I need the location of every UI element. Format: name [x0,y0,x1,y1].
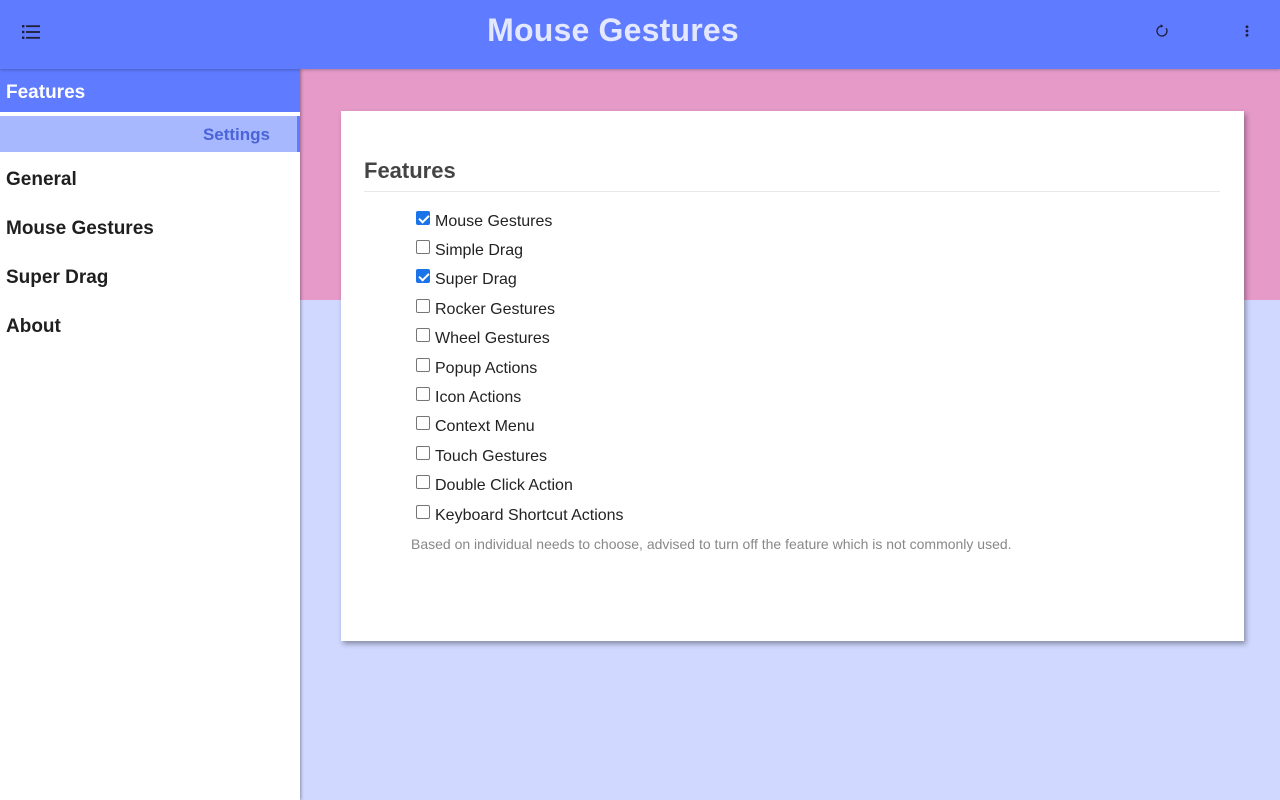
feature-label[interactable]: Context Menu [435,418,535,436]
feature-checkbox[interactable] [416,269,430,284]
feature-checkbox[interactable] [416,240,430,255]
feature-row[interactable]: Touch Gestures [416,440,624,469]
sidebar-item-super-drag[interactable]: Super Drag [0,254,300,303]
sidebar-subitem-settings[interactable]: Settings [0,116,300,152]
feature-row[interactable]: Mouse Gestures [416,205,624,234]
feature-label[interactable]: Mouse Gestures [435,213,552,231]
feature-label[interactable]: Icon Actions [435,389,521,407]
feature-label[interactable]: Double Click Action [435,477,573,495]
feature-row[interactable]: Popup Actions [416,352,624,381]
feature-row[interactable]: Keyboard Shortcut Actions [416,499,624,528]
features-card: Features Mouse Gestures Simple Drag Supe… [341,111,1244,641]
refresh-button[interactable] [1151,20,1173,42]
app-title: Mouse Gestures [487,12,739,48]
feature-label[interactable]: Keyboard Shortcut Actions [435,507,624,525]
feature-checkbox[interactable] [416,328,430,343]
feature-label[interactable]: Wheel Gestures [435,330,550,348]
feature-row[interactable]: Rocker Gestures [416,293,624,322]
feature-label[interactable]: Simple Drag [435,242,523,260]
feature-row[interactable]: Icon Actions [416,381,624,410]
feature-checkbox[interactable] [416,416,430,431]
feature-label[interactable]: Super Drag [435,271,517,289]
feature-checkbox[interactable] [416,387,430,402]
feature-row[interactable]: Super Drag [416,264,624,293]
feature-row[interactable]: Context Menu [416,411,624,440]
feature-label[interactable]: Rocker Gestures [435,301,555,319]
feature-label[interactable]: Touch Gestures [435,448,547,466]
feature-label[interactable]: Popup Actions [435,360,537,378]
feature-row[interactable]: Wheel Gestures [416,323,624,352]
feature-checkbox[interactable] [416,504,430,519]
features-hint: Based on individual needs to choose, adv… [411,536,1012,552]
feature-checkbox[interactable] [416,475,430,490]
sidebar: Features Settings General Mouse Gestures… [0,69,300,800]
feature-list: Mouse Gestures Simple Drag Super Drag Ro… [416,205,624,528]
feature-row[interactable]: Simple Drag [416,234,624,263]
sidebar-item-general[interactable]: General [0,156,300,205]
feature-checkbox[interactable] [416,445,430,460]
sidebar-item-about[interactable]: About [0,303,300,352]
top-app-bar: Mouse Gestures [0,0,1280,69]
feature-checkbox[interactable] [416,298,430,313]
sidebar-item-features[interactable]: Features [0,69,300,116]
more-options-button[interactable] [1236,20,1258,42]
refresh-icon [1156,24,1168,37]
feature-row[interactable]: Double Click Action [416,470,624,499]
more-vert-icon [1245,25,1249,37]
feature-checkbox[interactable] [416,357,430,372]
card-title: Features [364,158,1220,192]
feature-checkbox[interactable] [416,210,430,225]
sidebar-item-mouse-gestures[interactable]: Mouse Gestures [0,205,300,254]
